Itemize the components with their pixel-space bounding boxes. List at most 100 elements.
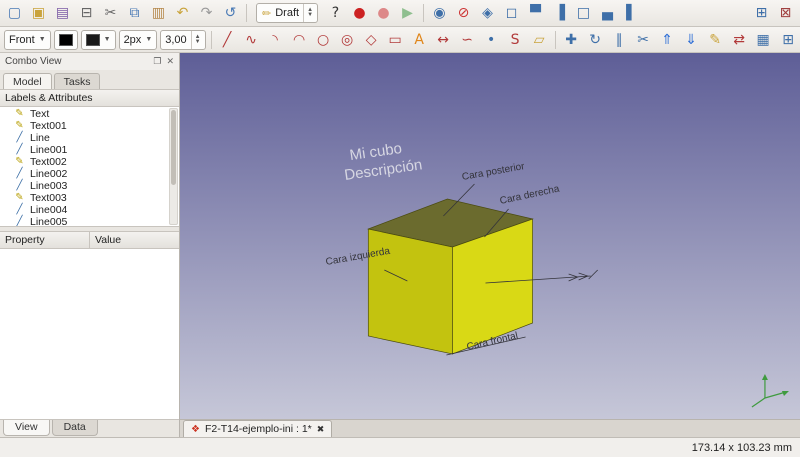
tree-item-text002[interactable]: ✎ Text002: [0, 156, 179, 168]
draft-line-button[interactable]: ╱: [216, 29, 239, 50]
property-table-body[interactable]: [0, 249, 179, 419]
draft-trim-button[interactable]: ✂: [632, 29, 655, 50]
draft-edit-button[interactable]: ✎: [704, 29, 727, 50]
draft-polygon-button[interactable]: ◇: [360, 29, 383, 50]
draft-polyline-button[interactable]: ∿: [240, 29, 263, 50]
open-file-button[interactable]: ▣: [27, 3, 50, 24]
macro-record-button[interactable]: ●: [348, 3, 371, 24]
draft-array-button[interactable]: ▦: [752, 29, 775, 50]
view-front-button[interactable]: ◻: [500, 3, 523, 24]
3d-viewport[interactable]: Mi cubo Descripción Cara posterior Cara …: [180, 53, 800, 419]
view-left-button[interactable]: ▌: [620, 3, 643, 24]
refresh-button[interactable]: ↺: [219, 3, 242, 24]
view-isometric-button[interactable]: ◈: [476, 3, 499, 24]
tree-item-text[interactable]: ✎ Text: [0, 108, 179, 120]
copy-button[interactable]: ⧉: [123, 3, 146, 24]
draft-rotate-button[interactable]: ↻: [584, 29, 607, 50]
toolbar-button-icon: ▐: [554, 6, 565, 20]
tree-item-line004[interactable]: ╱ Line004: [0, 204, 179, 216]
view-top-button[interactable]: ▀: [524, 3, 547, 24]
macro-stop-button[interactable]: ●: [372, 3, 395, 24]
draft-text-button[interactable]: A: [408, 29, 431, 50]
combo-arrows-icon[interactable]: ▲▼: [303, 4, 313, 22]
font-size-spinbox[interactable]: 3,00 ▲▼: [160, 30, 205, 50]
line-width-dropdown[interactable]: 2px ▼: [119, 30, 158, 50]
toolbar-button-icon: ▀: [530, 6, 541, 20]
tree-item-text003[interactable]: ✎ Text003: [0, 192, 179, 204]
close-panel-icon[interactable]: ✕: [166, 56, 174, 67]
draft-to-sketch-button[interactable]: ⇄: [728, 29, 751, 50]
toolbar-button-icon: ↔: [437, 33, 449, 47]
draft-arc-button[interactable]: ◠: [288, 29, 311, 50]
paste-button[interactable]: ▥: [147, 3, 170, 24]
clip-plane-button[interactable]: ⊠: [774, 3, 797, 24]
chevron-down-icon: ▼: [104, 36, 111, 43]
tree-scrollbar-thumb[interactable]: [171, 110, 176, 185]
draft-upgrade-button[interactable]: ⇑: [656, 29, 679, 50]
tree-item-line[interactable]: ╱ Line: [0, 132, 179, 144]
draft-dimension-button[interactable]: ↔: [432, 29, 455, 50]
draft-fillet-button[interactable]: ◝: [264, 29, 287, 50]
draft-facebinder-button[interactable]: ▱: [528, 29, 551, 50]
toolbar-button-icon: ⊞: [782, 33, 794, 47]
tab-view[interactable]: View: [3, 420, 50, 436]
view-rear-button[interactable]: □: [572, 3, 595, 24]
property-view-tabs: ViewData: [0, 419, 179, 437]
draft-rectangle-button[interactable]: ▭: [384, 29, 407, 50]
tree-item-text001[interactable]: ✎ Text001: [0, 120, 179, 132]
close-tab-icon[interactable]: ✖: [317, 424, 325, 435]
draft-ellipse-button[interactable]: ◎: [336, 29, 359, 50]
macro-play-button[interactable]: ▶: [396, 3, 419, 24]
draft-shapestring-button[interactable]: S: [504, 29, 527, 50]
tree-item-icon: ✎: [14, 109, 25, 119]
tree-scrollbar[interactable]: [169, 108, 178, 225]
tree-item-line005[interactable]: ╱ Line005: [0, 216, 179, 227]
tab-tasks[interactable]: Tasks: [54, 73, 101, 89]
draft-circle-button[interactable]: ○: [312, 29, 335, 50]
print-button[interactable]: ⊟: [75, 3, 98, 24]
tree-item-line001[interactable]: ╱ Line001: [0, 144, 179, 156]
draft-bspline-button[interactable]: ∽: [456, 29, 479, 50]
face-color-button[interactable]: ▼: [81, 30, 116, 50]
value-column-header[interactable]: Value: [90, 232, 179, 248]
tree-item-label: Line002: [30, 168, 67, 180]
zoom-fit-button[interactable]: ◉: [428, 3, 451, 24]
tab-data[interactable]: Data: [52, 420, 98, 436]
tree-item-line002[interactable]: ╱ Line002: [0, 168, 179, 180]
spinner-arrows-icon[interactable]: ▲▼: [191, 31, 201, 49]
tree-item-line003[interactable]: ╱ Line003: [0, 180, 179, 192]
toolbar-button-icon: ╱: [223, 33, 231, 47]
redo-button[interactable]: ↷: [195, 3, 218, 24]
cut-button[interactable]: ✂: [99, 3, 122, 24]
cube-object[interactable]: [368, 199, 532, 354]
undo-button[interactable]: ↶: [171, 3, 194, 24]
view-right-button[interactable]: ▐: [548, 3, 571, 24]
save-file-button[interactable]: ▤: [51, 3, 74, 24]
draw-style-button[interactable]: ⊘: [452, 3, 475, 24]
toolbar-button-icon: S: [511, 33, 520, 47]
whats-this-button[interactable]: ?: [324, 3, 347, 24]
workbench-selector[interactable]: ✏ Draft ▲▼: [256, 3, 318, 23]
draft-point-button[interactable]: •: [480, 29, 503, 50]
working-plane-button[interactable]: Front ▼: [4, 30, 51, 50]
float-panel-icon[interactable]: ❐: [153, 56, 161, 67]
line-color-button[interactable]: [54, 30, 78, 50]
tree-item-label: Line004: [30, 204, 67, 216]
snap-toggle-button[interactable]: ⊞: [777, 29, 800, 50]
draft-downgrade-button[interactable]: ⇓: [680, 29, 703, 50]
toolbar-separator: [246, 4, 247, 22]
draft-move-button[interactable]: ✚: [560, 29, 583, 50]
toolbar-button-icon: ⇓: [685, 33, 697, 47]
document-tab[interactable]: ❖ F2-T14-ejemplo-ini : 1* ✖: [183, 420, 332, 437]
tab-model[interactable]: Model: [3, 73, 52, 89]
view-bottom-button[interactable]: ▄: [596, 3, 619, 24]
toolbar-button-icon: ▦: [757, 33, 770, 47]
property-column-header[interactable]: Property: [0, 232, 90, 248]
tree-item-label: Line001: [30, 144, 67, 156]
texture-view-button[interactable]: ⊞: [750, 3, 773, 24]
tree-item-icon: ╱: [14, 169, 25, 179]
combo-view-titlebar: Combo View ❐ ✕: [0, 53, 179, 70]
draft-offset-button[interactable]: ∥: [608, 29, 631, 50]
new-file-button[interactable]: ▢: [3, 3, 26, 24]
main-area: Combo View ❐ ✕ ModelTasks Labels & Attri…: [0, 53, 800, 437]
